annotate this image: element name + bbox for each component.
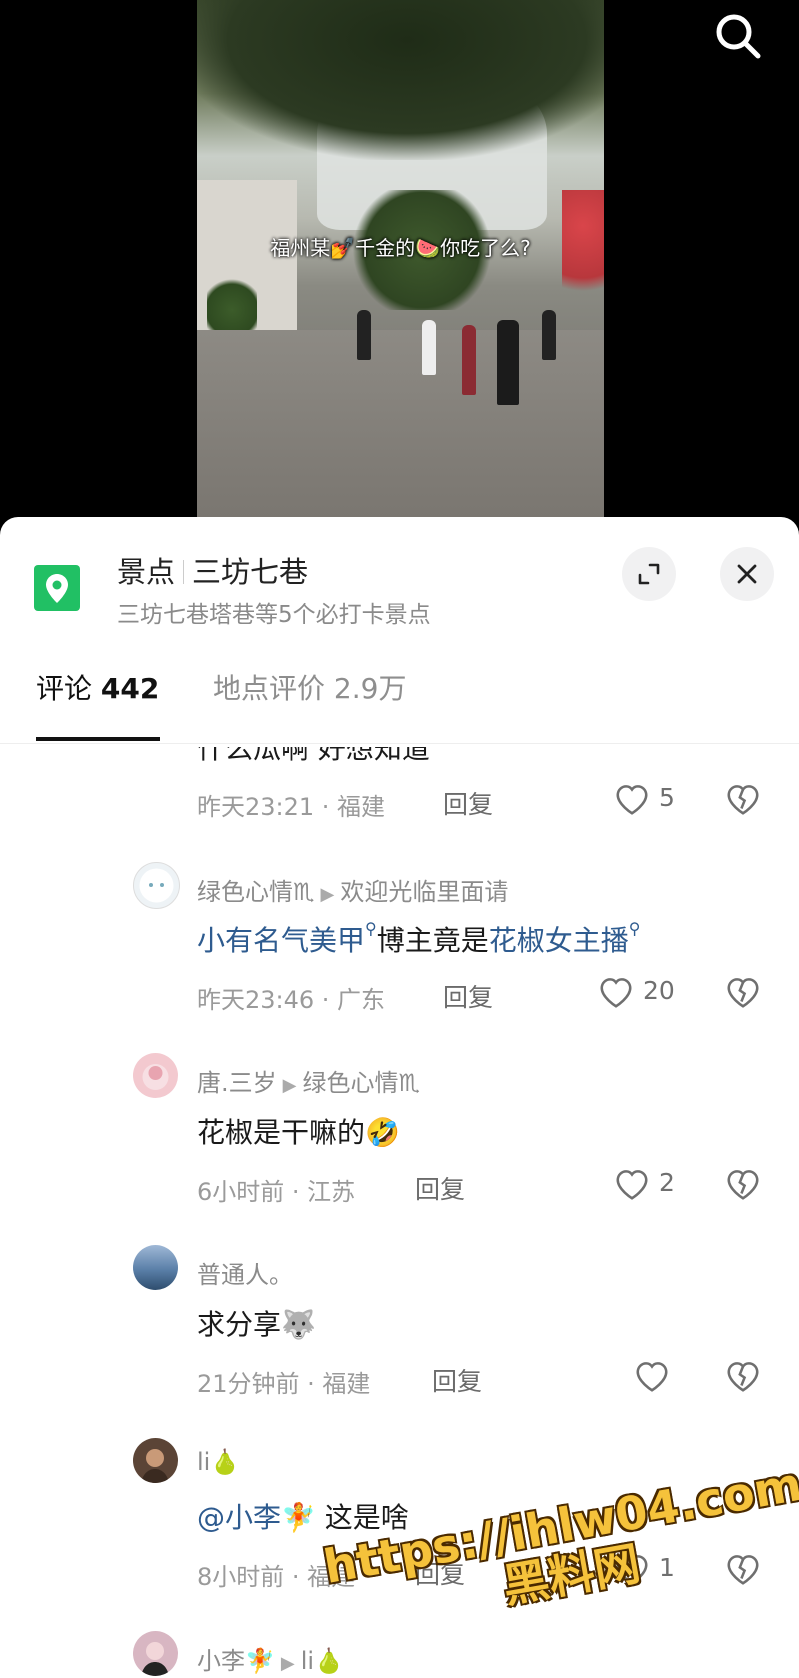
pedestrian xyxy=(462,325,476,395)
author-name: 绿色心情♏ xyxy=(197,878,315,906)
avatar[interactable] xyxy=(133,1631,178,1676)
comment-text-mid: 博主竟是 xyxy=(376,924,489,957)
location-title[interactable]: 景点 三坊七巷 xyxy=(117,549,308,591)
comment-text: 什么瓜啊 好想知道 xyxy=(197,732,430,765)
close-icon xyxy=(737,564,757,584)
reply-arrow-icon: ▶ xyxy=(282,1075,297,1096)
broken-heart-icon xyxy=(727,978,759,1008)
pedestrian xyxy=(422,320,436,375)
author-name: li🍐 xyxy=(197,1448,241,1476)
broken-heart-icon xyxy=(727,785,759,815)
heart-icon xyxy=(616,785,648,815)
location-name: 三坊七巷 xyxy=(192,555,309,589)
search-icon: ⚲ xyxy=(365,919,377,938)
broken-heart-icon xyxy=(727,1362,759,1392)
search-button[interactable] xyxy=(712,10,764,62)
comment-author[interactable]: 唐.三岁 ▶ 绿色心情♏ xyxy=(197,1063,420,1098)
reply-to-name: 欢迎光临里面请 xyxy=(340,878,509,906)
comment-meta: 21分钟前 · 福建 xyxy=(197,1370,371,1398)
comment-text: 小有名气美甲⚲博主竟是花椒女主播⚲ xyxy=(197,919,640,959)
comment-text: 求分享🐺 xyxy=(197,1308,316,1341)
reply-to-name: 绿色心情♏ xyxy=(302,1069,420,1097)
pedestrian xyxy=(497,320,519,405)
video-caption: 福州某💅千金的🍉你吃了么? xyxy=(270,236,531,260)
author-name: 唐.三岁 xyxy=(197,1069,277,1097)
comment-author[interactable]: li🍐 xyxy=(197,1448,240,1476)
tab-ratings-label: 地点评价 xyxy=(213,672,326,705)
tab-comments[interactable]: 评论 442 xyxy=(36,667,159,707)
reply-button[interactable]: 回复 xyxy=(432,1362,482,1398)
reply-button[interactable]: 回复 xyxy=(443,978,493,1014)
close-button[interactable] xyxy=(720,547,774,601)
author-name: 小李🧚 xyxy=(197,1647,275,1675)
avatar[interactable] xyxy=(133,1053,178,1098)
dislike-button[interactable] xyxy=(724,781,762,817)
heart-icon xyxy=(600,978,632,1008)
location-pin-icon xyxy=(34,565,80,611)
reply-arrow-icon: ▶ xyxy=(320,884,335,905)
expand-icon xyxy=(638,563,660,585)
search-icon: ⚲ xyxy=(628,919,641,938)
author-name: 普通人。 xyxy=(197,1261,293,1289)
active-tab-indicator xyxy=(36,737,160,741)
comment-author[interactable]: 小李🧚 ▶ li🍐 xyxy=(197,1641,344,1676)
tabs-divider xyxy=(0,743,799,744)
like-count: 20 xyxy=(642,976,675,1005)
reply-to-name: li🍐 xyxy=(300,1647,344,1675)
search-icon xyxy=(716,14,761,59)
avatar[interactable] xyxy=(133,862,180,909)
comment-author[interactable]: 普通人。 xyxy=(197,1255,293,1290)
search-keyword-link[interactable]: 小有名气美甲 xyxy=(197,924,365,957)
search-keyword-link[interactable]: 花椒女主播 xyxy=(489,924,629,957)
tab-place-ratings[interactable]: 地点评价 2.9万 xyxy=(213,667,406,707)
like-button[interactable]: 20 xyxy=(597,974,675,1010)
location-subtitle[interactable]: 三坊七巷塔巷等5个必打卡景点 xyxy=(117,595,431,629)
dislike-button[interactable] xyxy=(724,974,762,1010)
comment-text: 花椒是干嘛的🤣 xyxy=(197,1116,400,1149)
tab-comments-label: 评论 xyxy=(36,672,93,705)
heart-icon xyxy=(616,1170,648,1200)
reply-arrow-icon: ▶ xyxy=(280,1653,295,1674)
comment-meta: 昨天23:21 · 福建 xyxy=(197,793,386,821)
like-button[interactable]: 5 xyxy=(613,781,675,817)
broken-heart-icon xyxy=(727,1170,759,1200)
comment-author[interactable]: 绿色心情♏ ▶ 欢迎光临里面请 xyxy=(197,872,508,907)
avatar[interactable] xyxy=(133,1245,178,1290)
dislike-button[interactable] xyxy=(724,1358,762,1394)
pedestrian xyxy=(542,310,556,360)
comment-meta: 昨天23:46 · 广东 xyxy=(197,986,386,1014)
like-count: 2 xyxy=(658,1168,675,1197)
location-category: 景点 xyxy=(117,555,176,589)
video-player[interactable]: 福州某💅千金的🍉你吃了么? xyxy=(197,0,604,520)
avatar[interactable] xyxy=(133,1438,178,1483)
expand-button[interactable] xyxy=(622,547,676,601)
mention-link[interactable]: @小李🧚 xyxy=(197,1501,316,1534)
tab-ratings-value: 2.9万 xyxy=(333,672,407,705)
like-button[interactable]: 2 xyxy=(613,1166,675,1202)
like-button[interactable] xyxy=(633,1358,671,1394)
tree-canopy xyxy=(197,0,604,160)
reply-button[interactable]: 回复 xyxy=(443,785,493,821)
like-count: 5 xyxy=(658,783,675,812)
dislike-button[interactable] xyxy=(724,1166,762,1202)
comment-meta: 6小时前 · 江苏 xyxy=(197,1178,356,1206)
title-separator xyxy=(183,560,185,584)
pedestrian xyxy=(357,310,371,360)
reply-button[interactable]: 回复 xyxy=(415,1170,465,1206)
heart-icon xyxy=(636,1362,668,1392)
tab-comments-count: 442 xyxy=(100,672,160,705)
